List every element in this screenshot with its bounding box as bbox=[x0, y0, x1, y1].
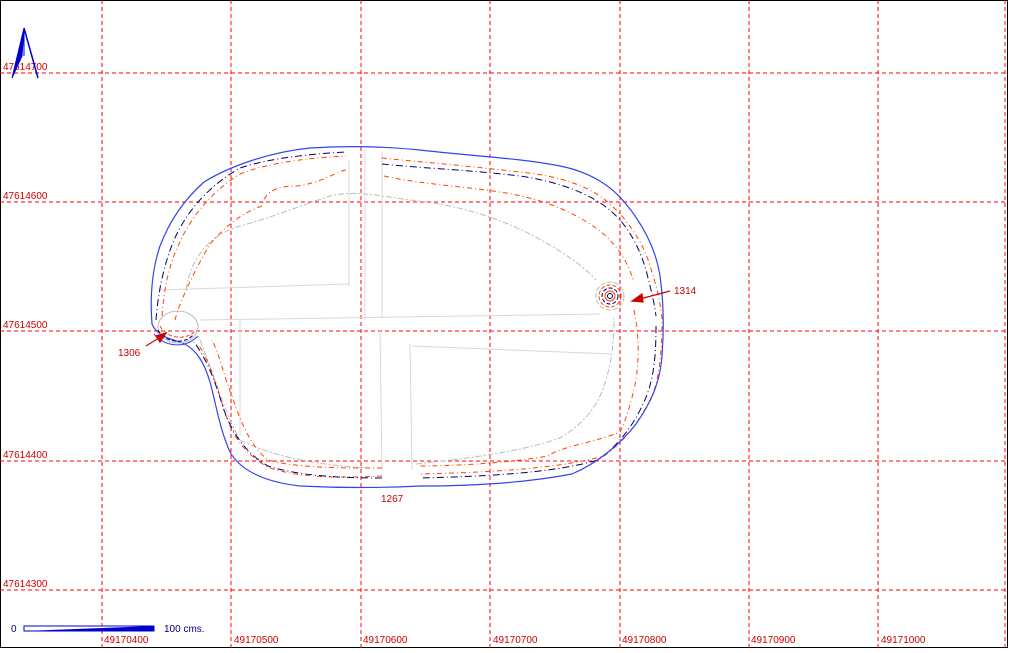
grid-label-x: 49170800 bbox=[622, 635, 667, 646]
wall-line bbox=[411, 345, 613, 355]
scale-zero-label: 0 bbox=[11, 624, 17, 635]
contour-map[interactable]: 47614700 47614600 47614500 47614400 4761… bbox=[0, 0, 1013, 648]
scale-length-label: 100 cms. bbox=[164, 624, 205, 635]
grid-label-x: 49171000 bbox=[881, 635, 926, 646]
point-label-1306: 1306 bbox=[118, 348, 141, 359]
grid-labels-x: 49170400 49170500 49170600 49170700 4917… bbox=[104, 635, 926, 646]
arrow-head-1314 bbox=[630, 292, 644, 303]
grid-label-y: 47614600 bbox=[3, 191, 48, 202]
grid-label-x: 49170900 bbox=[751, 635, 796, 646]
coordinate-grid bbox=[0, 0, 1008, 648]
scale-bar: 0 100 cms. bbox=[11, 624, 205, 635]
grid-label-x: 49170400 bbox=[104, 635, 149, 646]
label-arrows bbox=[145, 290, 671, 347]
grid-labels-y: 47614700 47614600 47614500 47614400 4761… bbox=[3, 62, 48, 590]
grid-label-x: 49170600 bbox=[363, 635, 408, 646]
wall-line bbox=[409, 343, 413, 471]
point-label-1267: 1267 bbox=[381, 494, 404, 505]
inner-contour-light bbox=[415, 317, 615, 465]
grid-label-x: 49170700 bbox=[493, 635, 538, 646]
map-canvas[interactable]: 47614700 47614600 47614500 47614400 4761… bbox=[0, 0, 1013, 648]
grid-label-y: 47614400 bbox=[3, 450, 48, 461]
wall-line bbox=[199, 313, 601, 321]
wall-line bbox=[379, 329, 383, 471]
grid-label-y: 47614700 bbox=[3, 62, 48, 73]
point-label-1314: 1314 bbox=[674, 286, 697, 297]
grid-label-x: 49170500 bbox=[234, 635, 279, 646]
inner-contour-light bbox=[185, 192, 597, 291]
inner-contour-light bbox=[199, 339, 371, 469]
grid-label-y: 47614300 bbox=[3, 579, 48, 590]
grid-label-y: 47614500 bbox=[3, 320, 48, 331]
